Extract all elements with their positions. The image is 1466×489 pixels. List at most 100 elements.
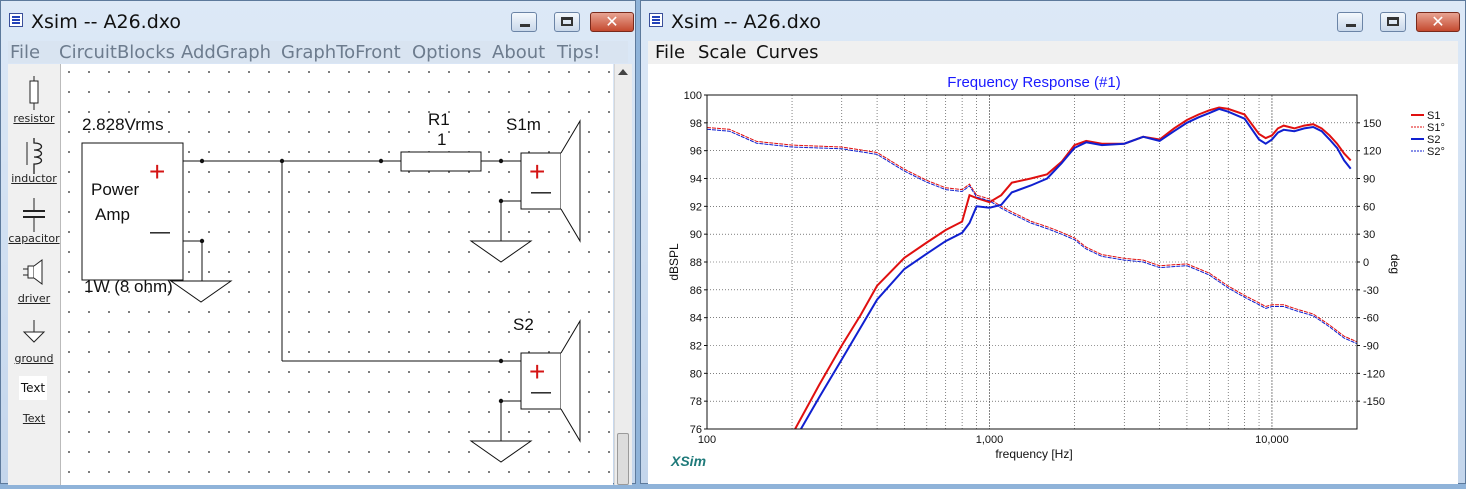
menu-file[interactable]: File: [10, 42, 40, 63]
resistor-icon: [29, 76, 39, 110]
text-icon: Text: [19, 376, 47, 400]
junction-dot: [498, 158, 504, 164]
menu-tips[interactable]: Tips!: [557, 42, 600, 63]
close-button[interactable]: ✕: [1416, 12, 1460, 32]
maximize-button[interactable]: [1380, 12, 1406, 32]
title-bar[interactable]: Xsim -- A26.dxo ✕: [1, 1, 635, 41]
speaker1-name: S1m: [506, 115, 541, 134]
y2-tick-label: 120: [1363, 146, 1381, 158]
y-tick-label: 98: [690, 118, 702, 130]
schematic-canvas[interactable]: 2.828Vrms Power Amp 1W (8 ohm) R1 1 S1m …: [61, 64, 613, 485]
menu-bar: File Scale Curves: [648, 41, 1458, 65]
palette-label: resistor: [13, 112, 55, 125]
palette-resistor[interactable]: resistor: [8, 72, 60, 130]
tick-labels: 1009896949290888684828078761501209060300…: [684, 90, 1385, 446]
y-tick-label: 100: [684, 90, 702, 102]
chart-title: Frequency Response (#1): [947, 74, 1120, 91]
palette-capacitor[interactable]: capacitor: [8, 194, 60, 252]
series-lines: [707, 106, 1357, 429]
frequency-response-chart: Frequency Response (#1) frequency [Hz] d…: [667, 74, 1445, 469]
schematic-window: Xsim -- A26.dxo ✕ File CircuitBlocks Add…: [0, 0, 636, 485]
maximize-button[interactable]: [554, 12, 580, 32]
xsim-watermark: XSim: [670, 453, 706, 469]
s1-minus: —: [531, 181, 551, 203]
x-tick-label: 1,000: [976, 434, 1004, 446]
junction-dot: [498, 198, 504, 204]
y-tick-label: 92: [690, 201, 702, 213]
vertical-scrollbar[interactable]: [614, 64, 632, 485]
y2-tick-label: 0: [1363, 257, 1369, 269]
y-tick-label: 88: [690, 257, 702, 269]
maximize-icon: [1387, 17, 1399, 26]
app-icon[interactable]: [9, 13, 23, 27]
window-title: Xsim -- A26.dxo: [671, 11, 822, 33]
scroll-up-icon[interactable]: [618, 69, 628, 75]
menu-about[interactable]: About: [492, 42, 545, 63]
palette-label: Text: [22, 412, 46, 425]
resistor-r1: [400, 151, 482, 172]
s2-minus: —: [531, 381, 551, 403]
y2-tick-label: 60: [1363, 201, 1375, 213]
legend-label: S1: [1427, 110, 1440, 122]
amp-label-line2: Amp: [95, 205, 130, 224]
voltage-label: 2.828Vrms: [82, 115, 164, 134]
app-icon[interactable]: [649, 13, 663, 27]
junction-dot: [199, 158, 205, 164]
minimize-button[interactable]: [511, 12, 537, 32]
y-tick-label: 90: [690, 229, 702, 241]
y2-tick-label: -120: [1363, 368, 1385, 380]
junction-dot: [498, 398, 504, 404]
ground-icon: [22, 320, 46, 343]
component-palette: resistor inductor capacitor driver groun…: [8, 64, 61, 485]
legend-label: S2°: [1427, 146, 1445, 158]
x-axis-label: frequency [Hz]: [995, 447, 1072, 461]
menu-graphtofront[interactable]: GraphToFront: [281, 42, 401, 63]
y-tick-label: 86: [690, 285, 702, 297]
menu-file[interactable]: File: [655, 42, 685, 63]
close-icon: ✕: [605, 12, 619, 31]
y2-tick-label: 30: [1363, 229, 1375, 241]
title-bar[interactable]: Xsim -- A26.dxo ✕: [641, 1, 1465, 41]
y2-tick-label: -90: [1363, 341, 1379, 353]
minimize-icon: [1346, 24, 1356, 27]
y-tick-label: 96: [690, 146, 702, 158]
resistor-value: 1: [437, 130, 446, 149]
amp-label-line1: Power: [91, 180, 140, 199]
minimize-button[interactable]: [1337, 12, 1363, 32]
speaker-s2-cone: [560, 319, 581, 443]
palette-inductor[interactable]: inductor: [8, 134, 60, 192]
series-line-2: [707, 127, 1357, 343]
y-tick-label: 84: [690, 313, 702, 325]
menu-circuitblocks[interactable]: CircuitBlocks: [59, 42, 175, 63]
menu-options[interactable]: Options: [412, 42, 481, 63]
y2-tick-label: 150: [1363, 118, 1381, 130]
y-tick-label: 78: [690, 396, 702, 408]
menu-addgraph[interactable]: AddGraph: [181, 42, 271, 63]
series-line-4: [707, 128, 1357, 345]
palette-ground[interactable]: ground: [8, 314, 60, 372]
inductor-icon: [26, 138, 43, 174]
scroll-thumb[interactable]: [617, 433, 629, 485]
minimize-icon: [520, 24, 530, 27]
driver-icon: [23, 259, 43, 285]
y-tick-label: 82: [690, 341, 702, 353]
palette-driver[interactable]: driver: [8, 254, 60, 312]
close-button[interactable]: ✕: [590, 12, 634, 32]
junction-dot: [378, 158, 384, 164]
x-tick-label: 100: [698, 434, 716, 446]
y-axis-label: dBSPL: [667, 243, 681, 281]
y-tick-label: 80: [690, 368, 702, 380]
resistor-name: R1: [428, 110, 450, 129]
menu-scale[interactable]: Scale: [698, 42, 746, 63]
palette-label: capacitor: [8, 232, 60, 245]
speaker-s1-cone: [560, 119, 581, 243]
menu-curves[interactable]: Curves: [756, 42, 818, 63]
graph-area[interactable]: Frequency Response (#1) frequency [Hz] d…: [648, 64, 1458, 484]
y2-axis-label: deg: [1388, 254, 1402, 274]
maximize-icon: [561, 17, 573, 26]
power-label: 1W (8 ohm): [84, 277, 173, 296]
y2-tick-label: -30: [1363, 285, 1379, 297]
ground-s2: [469, 440, 533, 463]
palette-text[interactable]: Text Text: [8, 374, 60, 432]
capacitor-icon: [23, 198, 45, 232]
